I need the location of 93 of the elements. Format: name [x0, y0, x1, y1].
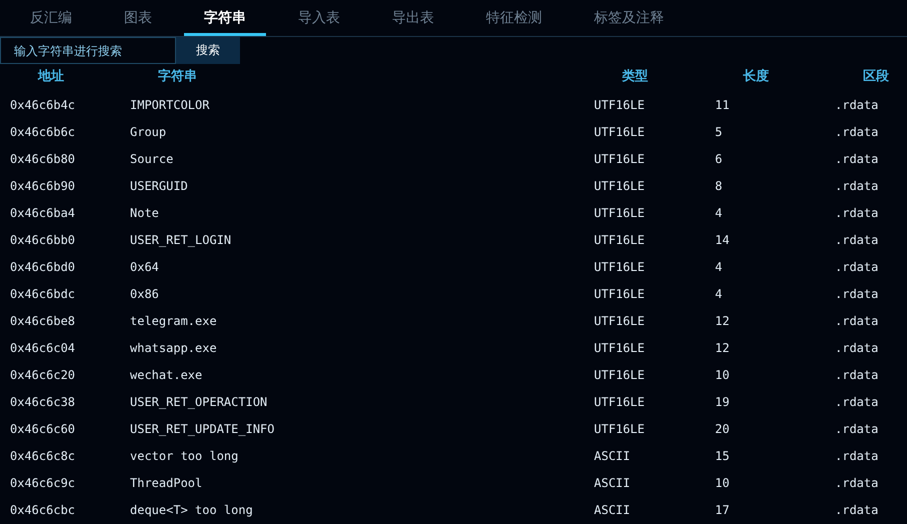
table-cell-text: 0x86 [130, 286, 160, 302]
table-cell-text: USER_RET_UPDATE_INFO [130, 420, 276, 438]
table-cell-text: UTF16LE [594, 286, 646, 302]
table-cell-text: 0x46c6c38 [10, 394, 76, 410]
table-cell-text: ASCII [594, 474, 632, 492]
table-cell-text: UTF16LE [594, 96, 646, 114]
table-cell-text: .rdata [835, 474, 880, 492]
table-cell-text: ASCII [594, 448, 632, 464]
table-cell-text: 8 [715, 178, 724, 194]
table-cell-text: 12 [715, 312, 730, 330]
column-header: 字符串 [157, 68, 198, 86]
table-cell-text: 6 [715, 150, 724, 168]
table-cell-text: .rdata [835, 124, 880, 140]
table-cell-text: 0x46c6c60 [10, 420, 76, 438]
column-header: 地址 [36, 68, 65, 86]
table-cell-text: .rdata [835, 96, 880, 114]
table-cell-text: UTF16LE [594, 394, 646, 410]
table-cell-text: 0x46c6b6c [10, 124, 76, 140]
table-cell-text: IMPORTCOLOR [130, 96, 210, 114]
table-cell-text: UTF16LE [594, 124, 646, 140]
table-cell-text: ThreadPool [130, 474, 204, 492]
table-cell-text: 0x46c6b4c [10, 96, 76, 114]
table-cell-text: 0x46c6c04 [10, 340, 76, 356]
table-cell-text: wechat.exe [130, 366, 204, 384]
table-cell-text: 0x46c6bd0 [10, 258, 76, 276]
table-cell-text: 11 [715, 96, 730, 114]
table-cell-text: UTF16LE [594, 420, 646, 438]
table-cell-text: .rdata [835, 232, 880, 248]
table-cell-text: Note [130, 204, 160, 222]
table-cell-text: .rdata [835, 394, 880, 410]
table-cell-text: .rdata [835, 502, 880, 518]
table-cell-text: 0x46c6b90 [10, 178, 76, 194]
tab[interactable]: 导出表 [372, 0, 454, 36]
search-button[interactable]: 搜索 [176, 37, 240, 64]
table-cell-text: Source [130, 150, 174, 168]
table-cell-text: UTF16LE [594, 178, 646, 194]
search-field[interactable]: 输入字符串进行搜索 [0, 37, 176, 64]
table-cell-text: UTF16LE [594, 312, 646, 330]
table-cell-text: .rdata [835, 448, 880, 464]
table-cell-text: 15 [715, 448, 730, 464]
table-cell-text: 4 [715, 258, 724, 276]
table-cell-text: UTF16LE [594, 150, 646, 168]
table-cell-text: 10 [715, 366, 730, 384]
table-cell-text: 0x46c6bb0 [10, 232, 76, 248]
table-cell-text: 0x46c6bdc [10, 286, 76, 302]
table-cell-text: USER_RET_OPERACTION [130, 394, 268, 411]
table-cell-text: 0x64 [130, 258, 160, 276]
table-cell-text: 0x46c6cbc [10, 502, 76, 518]
table-cell-text: 10 [715, 474, 730, 492]
table-cell-text: 4 [715, 286, 724, 302]
table-cell-text: 0x46c6c20 [10, 366, 76, 384]
table-cell-text: .rdata [835, 286, 880, 302]
table-cell-text: .rdata [835, 204, 880, 222]
table-cell-text: 4 [715, 204, 724, 222]
table-cell-text: deque<T> too long [130, 502, 254, 519]
table-cell-text: 5 [715, 124, 724, 140]
table-cell-text: telegram.exe [130, 312, 218, 330]
table-cell-text: UTF16LE [594, 340, 646, 356]
table-cell-text: 20 [715, 420, 730, 438]
column-header: 类型 [620, 68, 649, 86]
tab[interactable]: 标签及注释 [574, 0, 684, 36]
table-cell-text: Group [130, 124, 168, 140]
table-cell-text: 0x46c6b80 [10, 150, 76, 168]
table-cell-text: 17 [715, 502, 730, 518]
tab[interactable]: 导入表 [278, 0, 360, 36]
table-cell-text: .rdata [835, 178, 880, 194]
table-cell-text: UTF16LE [594, 232, 646, 248]
table-cell-text: UTF16LE [594, 258, 646, 276]
table-cell-text: .rdata [835, 258, 880, 276]
table-cell-text: USER_RET_LOGIN [130, 232, 232, 249]
table-cell-text: .rdata [835, 366, 880, 384]
table-cell-text: .rdata [835, 150, 880, 168]
column-header: 区段 [862, 68, 890, 86]
table-cell-text: 12 [715, 340, 730, 356]
tab[interactable]: 图表 [104, 0, 172, 36]
table-cell-text: whatsapp.exe [130, 340, 218, 356]
table-cell-text: 0x46c6be8 [10, 312, 76, 330]
table-cell-text: ASCII [594, 502, 632, 518]
table-cell-text: .rdata [835, 340, 880, 356]
table-cell-text: 0x46c6c9c [10, 474, 76, 492]
table-cell-text: UTF16LE [594, 366, 646, 384]
table-cell-text: 14 [715, 232, 730, 248]
table-cell-text: UTF16LE [594, 204, 646, 222]
table-cell-text: 0x46c6ba4 [10, 204, 76, 222]
table-cell-text: .rdata [835, 420, 880, 438]
column-header: 长度 [742, 68, 770, 86]
table-cell-text: 19 [715, 394, 730, 410]
table-cell-text: vector too long [130, 448, 240, 465]
table-cell-text: .rdata [835, 312, 880, 330]
tab[interactable]: 反汇编 [10, 0, 92, 36]
table-cell-text: USERGUID [130, 178, 189, 194]
table-cell-text: 0x46c6c8c [10, 448, 76, 464]
tab[interactable]: 特征检测 [466, 0, 562, 36]
